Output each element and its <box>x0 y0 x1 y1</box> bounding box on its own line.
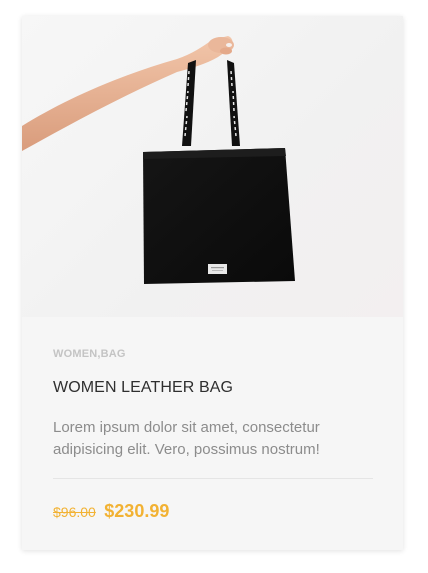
product-category[interactable]: WOMEN,BAG <box>53 348 126 360</box>
divider <box>53 478 373 479</box>
tote-bag-photo <box>22 36 295 284</box>
current-price: $230.99 <box>104 501 170 521</box>
arm-shape <box>22 36 233 151</box>
product-description: Lorem ipsum dolor sit amet, consectetur … <box>53 419 320 458</box>
bag-body <box>143 148 295 284</box>
old-price: $96.00 <box>53 504 96 520</box>
bag-label <box>208 264 227 274</box>
product-card[interactable]: WOMEN,BAG WOMEN LEATHER BAG Lorem ipsum … <box>22 16 403 550</box>
product-title[interactable]: WOMEN LEATHER BAG <box>53 379 233 397</box>
price-row: $96.00 $230.99 <box>53 501 169 522</box>
product-image[interactable] <box>22 16 403 317</box>
